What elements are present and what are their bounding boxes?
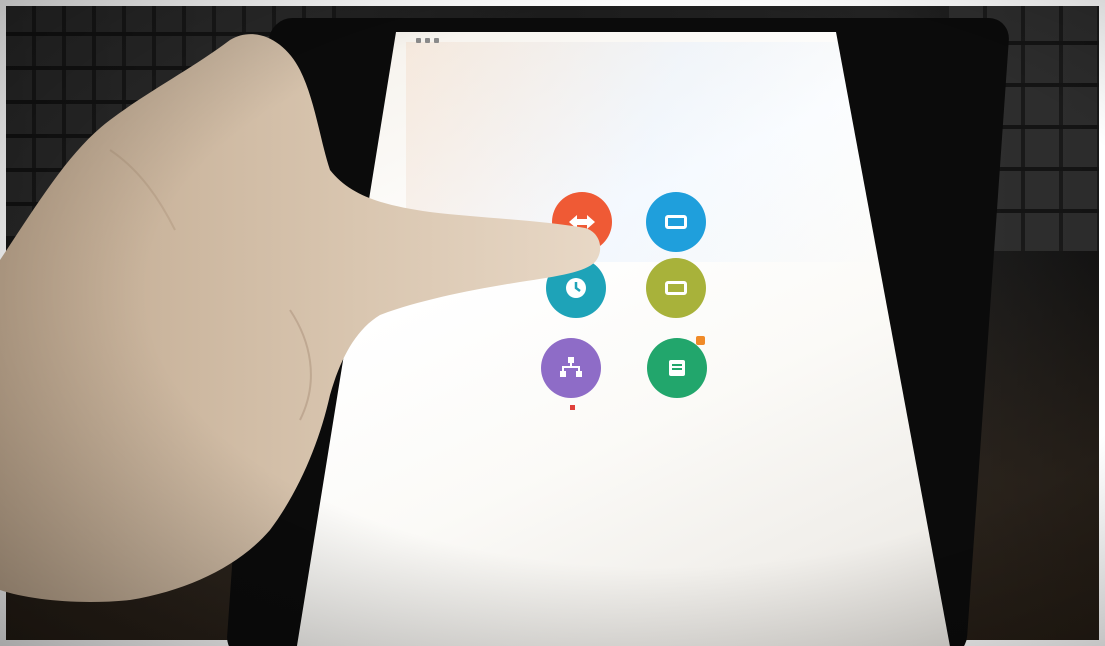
photo-scene	[0, 0, 1105, 646]
photo-vignette	[0, 0, 1105, 646]
